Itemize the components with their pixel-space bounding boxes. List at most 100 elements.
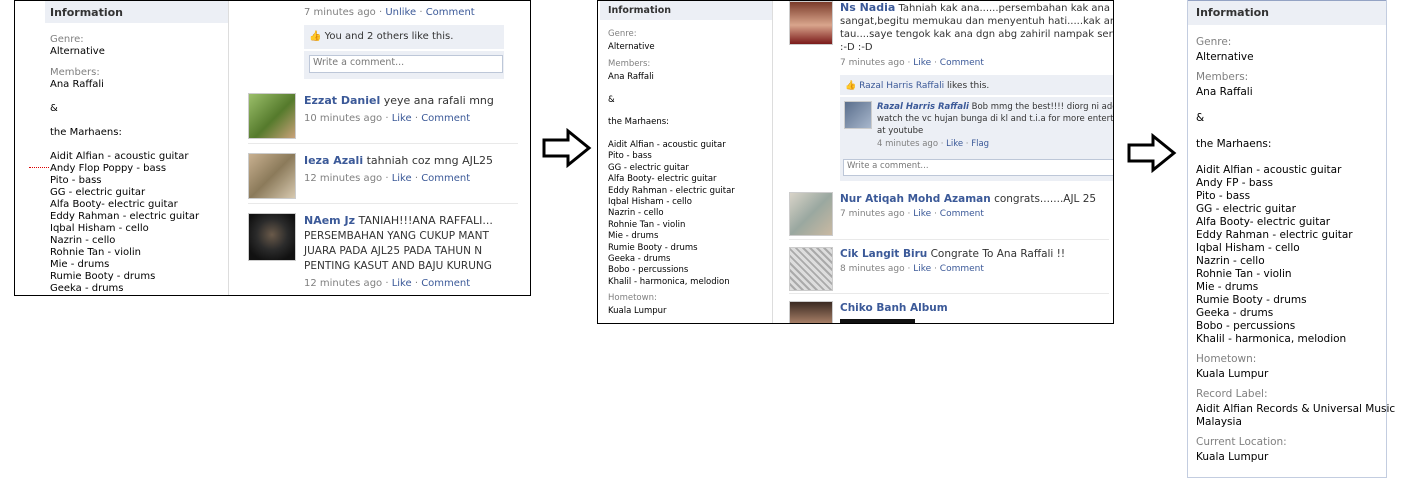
- member-item: Geeka - drums: [1196, 307, 1274, 319]
- current-location-value: Kuala Lumpur: [1196, 451, 1269, 463]
- current-location-label: Current Location:: [1196, 436, 1287, 448]
- comment-link[interactable]: Comment: [421, 173, 470, 184]
- member-item: Andy Flop Poppy - bass: [50, 163, 167, 174]
- post-author[interactable]: Ieza Azali: [304, 154, 363, 167]
- post-author[interactable]: Cik Langit Biru: [840, 248, 927, 260]
- marhaens-label: the Marhaens:: [608, 117, 670, 127]
- avatar[interactable]: [248, 93, 296, 139]
- member-list: Aidit Alfian - acoustic guitar Andy Flop…: [50, 151, 199, 295]
- post-author[interactable]: Nur Atiqah Mohd Azaman: [840, 193, 991, 205]
- post-image: [840, 319, 915, 323]
- avatar[interactable]: [844, 101, 872, 129]
- post-time: 12 minutes ago: [304, 173, 383, 184]
- member-item: Mie - drums: [50, 259, 110, 270]
- avatar[interactable]: [789, 192, 833, 236]
- comment-text: Bob mmg the best!!!! diorg ni ade c: [971, 102, 1114, 112]
- comment-time: 4 minutes ago: [877, 139, 939, 149]
- divider: [789, 239, 1109, 240]
- avatar[interactable]: [789, 301, 833, 323]
- post-text-line: tau....saye tengok kak ana dgn abg zahir…: [840, 29, 1114, 40]
- genre-label: Genre:: [1196, 36, 1232, 48]
- post-text-line: PERSEMBAHAN YANG CUKUP MANT: [304, 230, 489, 242]
- record-label-value-line2: Malaysia: [1196, 416, 1242, 428]
- genre-label: Genre:: [608, 29, 637, 39]
- avatar[interactable]: [789, 247, 833, 291]
- post-author[interactable]: Chiko Banh Album: [840, 302, 948, 314]
- like-link[interactable]: Like: [392, 173, 412, 184]
- divider: [248, 203, 518, 204]
- hometown-label: Hometown:: [608, 293, 657, 303]
- post-time: 7 minutes ago: [840, 209, 905, 219]
- like-link[interactable]: Like: [913, 209, 931, 219]
- member-item: Alfa Booty- electric guitar: [50, 199, 178, 210]
- hometown-value: Kuala Lumpur: [608, 306, 667, 316]
- post-text-line: sangat,begitu memukau dan menyentuh hati…: [840, 16, 1114, 27]
- marhaens-label: the Marhaens:: [50, 127, 122, 138]
- member-item: Nazrin - cello: [608, 208, 664, 219]
- like-link[interactable]: Like: [392, 113, 412, 124]
- post-author[interactable]: Ns Nadia: [840, 1, 895, 14]
- unlike-link[interactable]: Unlike: [385, 7, 416, 18]
- member-item: Nazrin - cello: [1196, 255, 1265, 267]
- post-time: 12 minutes ago: [304, 278, 383, 289]
- record-label-label: Record Label:: [1196, 388, 1268, 400]
- post-text: yeye ana rafali mng: [383, 94, 494, 107]
- right-arrow-icon: [1127, 133, 1177, 173]
- members-label: Members:: [1196, 71, 1249, 83]
- thumbs-up-icon: 👍: [845, 81, 857, 91]
- comment-link[interactable]: Comment: [426, 7, 475, 18]
- write-comment-input[interactable]: Write a comment...: [843, 159, 1113, 176]
- like-link[interactable]: Like: [913, 58, 931, 68]
- genre-value: Alternative: [50, 46, 105, 57]
- members-label: Members:: [50, 67, 100, 78]
- member-item: Bobo - percussions: [608, 265, 689, 276]
- comment-link[interactable]: Comment: [421, 278, 470, 289]
- post-text-line: JUARA PADA AJL25 PADA TAHUN N: [304, 245, 483, 257]
- avatar[interactable]: [789, 1, 833, 45]
- member-item: Rohnie Tan - violin: [608, 219, 686, 230]
- post-text: Tahniah kak ana......persembahan kak ana…: [898, 3, 1114, 14]
- member-item: Iqbal Hisham - cello: [1196, 242, 1300, 254]
- likes-text: You and 2 others like this.: [324, 31, 454, 42]
- liker-name[interactable]: Razal Harris Raffali: [859, 81, 944, 91]
- member-item: Khalil - harmonica, melodion: [608, 276, 730, 287]
- member-item: Rumie Booty - drums: [608, 242, 698, 253]
- avatar[interactable]: [248, 153, 296, 199]
- red-dotted-marker: [29, 167, 49, 168]
- comment-link[interactable]: Comment: [421, 113, 470, 124]
- members-value: Ana Raffali: [608, 72, 654, 82]
- post-author[interactable]: NAem Jz: [304, 214, 355, 227]
- screenshot-panel-1: Information Genre: Alternative Members: …: [14, 0, 531, 296]
- like-link[interactable]: Like: [946, 139, 963, 149]
- divider: [789, 293, 1109, 294]
- like-link[interactable]: Like: [913, 264, 931, 274]
- member-item: Mie - drums: [1196, 281, 1259, 293]
- right-arrow-icon: [542, 128, 592, 168]
- hometown-value: Kuala Lumpur: [1196, 368, 1269, 380]
- member-item: Aidit Alfian - acoustic guitar: [1196, 164, 1342, 176]
- member-item: Pito - bass: [50, 175, 102, 186]
- comment-link[interactable]: Comment: [940, 209, 984, 219]
- post-author[interactable]: Ezzat Daniel: [304, 94, 380, 107]
- member-item: Iqbal Hisham - cello: [608, 197, 692, 208]
- member-item: Bobo - percussions: [1196, 320, 1296, 332]
- comment-author[interactable]: Razal Harris Raffali: [877, 102, 969, 112]
- comment-link[interactable]: Comment: [940, 58, 984, 68]
- member-item: Mie - drums: [608, 231, 659, 242]
- member-item: Khalil - harmonica, melodion: [1196, 333, 1347, 345]
- like-link[interactable]: Like: [392, 278, 412, 289]
- hometown-label: Hometown:: [1196, 353, 1257, 365]
- member-item: Pito - bass: [608, 151, 652, 162]
- member-item: Rumie Booty - drums: [1196, 294, 1307, 306]
- write-comment-input[interactable]: Write a comment...: [309, 55, 503, 73]
- info-sidebar: Information Genre: Alternative Members: …: [15, 1, 229, 295]
- comment-link[interactable]: Comment: [940, 264, 984, 274]
- post-text: TANIAH!!!ANA RAFFALI...: [358, 214, 493, 227]
- info-box-panel-3: Information Genre: Alternative Members: …: [1187, 0, 1395, 478]
- post-text: tahniah coz mng AJL25: [366, 154, 493, 167]
- info-sidebar: Information Genre: Alternative Members: …: [598, 1, 773, 323]
- flag-link[interactable]: Flag: [971, 139, 989, 149]
- avatar[interactable]: [248, 213, 296, 261]
- comment-text-line: watch the vc hujan bunga di kl and t.i.a…: [877, 114, 1114, 124]
- ampersand: &: [608, 95, 615, 105]
